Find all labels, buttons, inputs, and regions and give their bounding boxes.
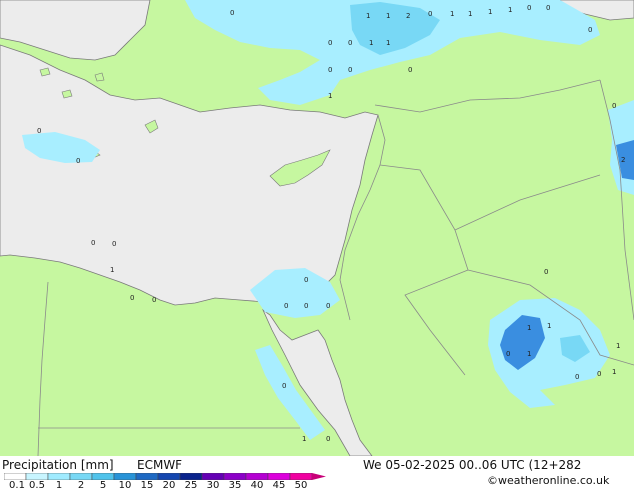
validity-time: We 05-02-2025 00..06 UTC (12+282 [363, 458, 582, 472]
legend-swatch [289, 473, 313, 480]
station-value: 0 [230, 9, 234, 17]
station-value: 1 [527, 350, 531, 358]
station-value: 1 [328, 92, 332, 100]
legend-swatch [4, 473, 27, 480]
station-value: 1 [488, 8, 492, 16]
legend-color-bar [4, 473, 326, 480]
legend-title: Precipitation [mm] [2, 458, 114, 472]
station-value: 1 [450, 10, 454, 18]
station-value: 0 [544, 268, 548, 276]
station-value: 2 [406, 12, 410, 20]
legend-swatch [135, 473, 159, 480]
station-value: 0 [304, 276, 308, 284]
station-value: 1 [386, 39, 390, 47]
legend-swatch [223, 473, 247, 480]
station-value: 1 [366, 12, 370, 20]
station-value: 1 [386, 12, 390, 20]
station-value: 0 [37, 127, 41, 135]
station-value: 2 [621, 156, 625, 164]
station-value: 0 [588, 26, 592, 34]
station-value: 1 [369, 39, 373, 47]
station-value: 0 [527, 4, 531, 12]
station-value: 0 [348, 39, 352, 47]
station-value: 0 [597, 370, 601, 378]
station-value: 0 [506, 350, 510, 358]
model-name: ECMWF [137, 458, 183, 472]
station-value: 0 [76, 157, 80, 165]
station-value: 0 [326, 435, 330, 443]
station-value: 0 [152, 296, 156, 304]
credit-text: ©weatheronline.co.uk [487, 474, 610, 487]
legend-swatch [245, 473, 269, 480]
station-value: 1 [110, 266, 114, 274]
station-value: 1 [547, 322, 551, 330]
station-value: 0 [130, 294, 134, 302]
station-value: 0 [91, 239, 95, 247]
legend-swatch [113, 473, 137, 480]
legend-swatch [201, 473, 225, 480]
station-value: 0 [575, 373, 579, 381]
station-value: 1 [508, 6, 512, 14]
station-value: 0 [282, 382, 286, 390]
legend-swatch [47, 473, 71, 480]
station-value: 1 [302, 435, 306, 443]
station-value: 1 [527, 324, 531, 332]
station-value: 0 [328, 66, 332, 74]
station-value: 0 [284, 302, 288, 310]
legend-swatch [157, 473, 181, 480]
station-value: 0 [328, 39, 332, 47]
legend-swatch [91, 473, 115, 480]
station-value: 0 [304, 302, 308, 310]
legend-swatch [25, 473, 49, 480]
station-value: 0 [408, 66, 412, 74]
legend-swatch [267, 473, 291, 480]
station-value: 0 [428, 10, 432, 18]
station-value: 0 [112, 240, 116, 248]
station-value: 1 [616, 342, 620, 350]
legend-arrow [312, 473, 326, 480]
station-value: 1 [612, 368, 616, 376]
station-value: 0 [348, 66, 352, 74]
station-value: 0 [612, 102, 616, 110]
precipitation-map: 1 1 2 0 1 1 1 1 0 0 0 1 1 0 0 0 0 0 2 0 … [0, 0, 634, 456]
station-value: 0 [546, 4, 550, 12]
station-value: 1 [468, 10, 472, 18]
legend-swatch [69, 473, 93, 480]
legend-swatch [179, 473, 203, 480]
station-value: 0 [326, 302, 330, 310]
